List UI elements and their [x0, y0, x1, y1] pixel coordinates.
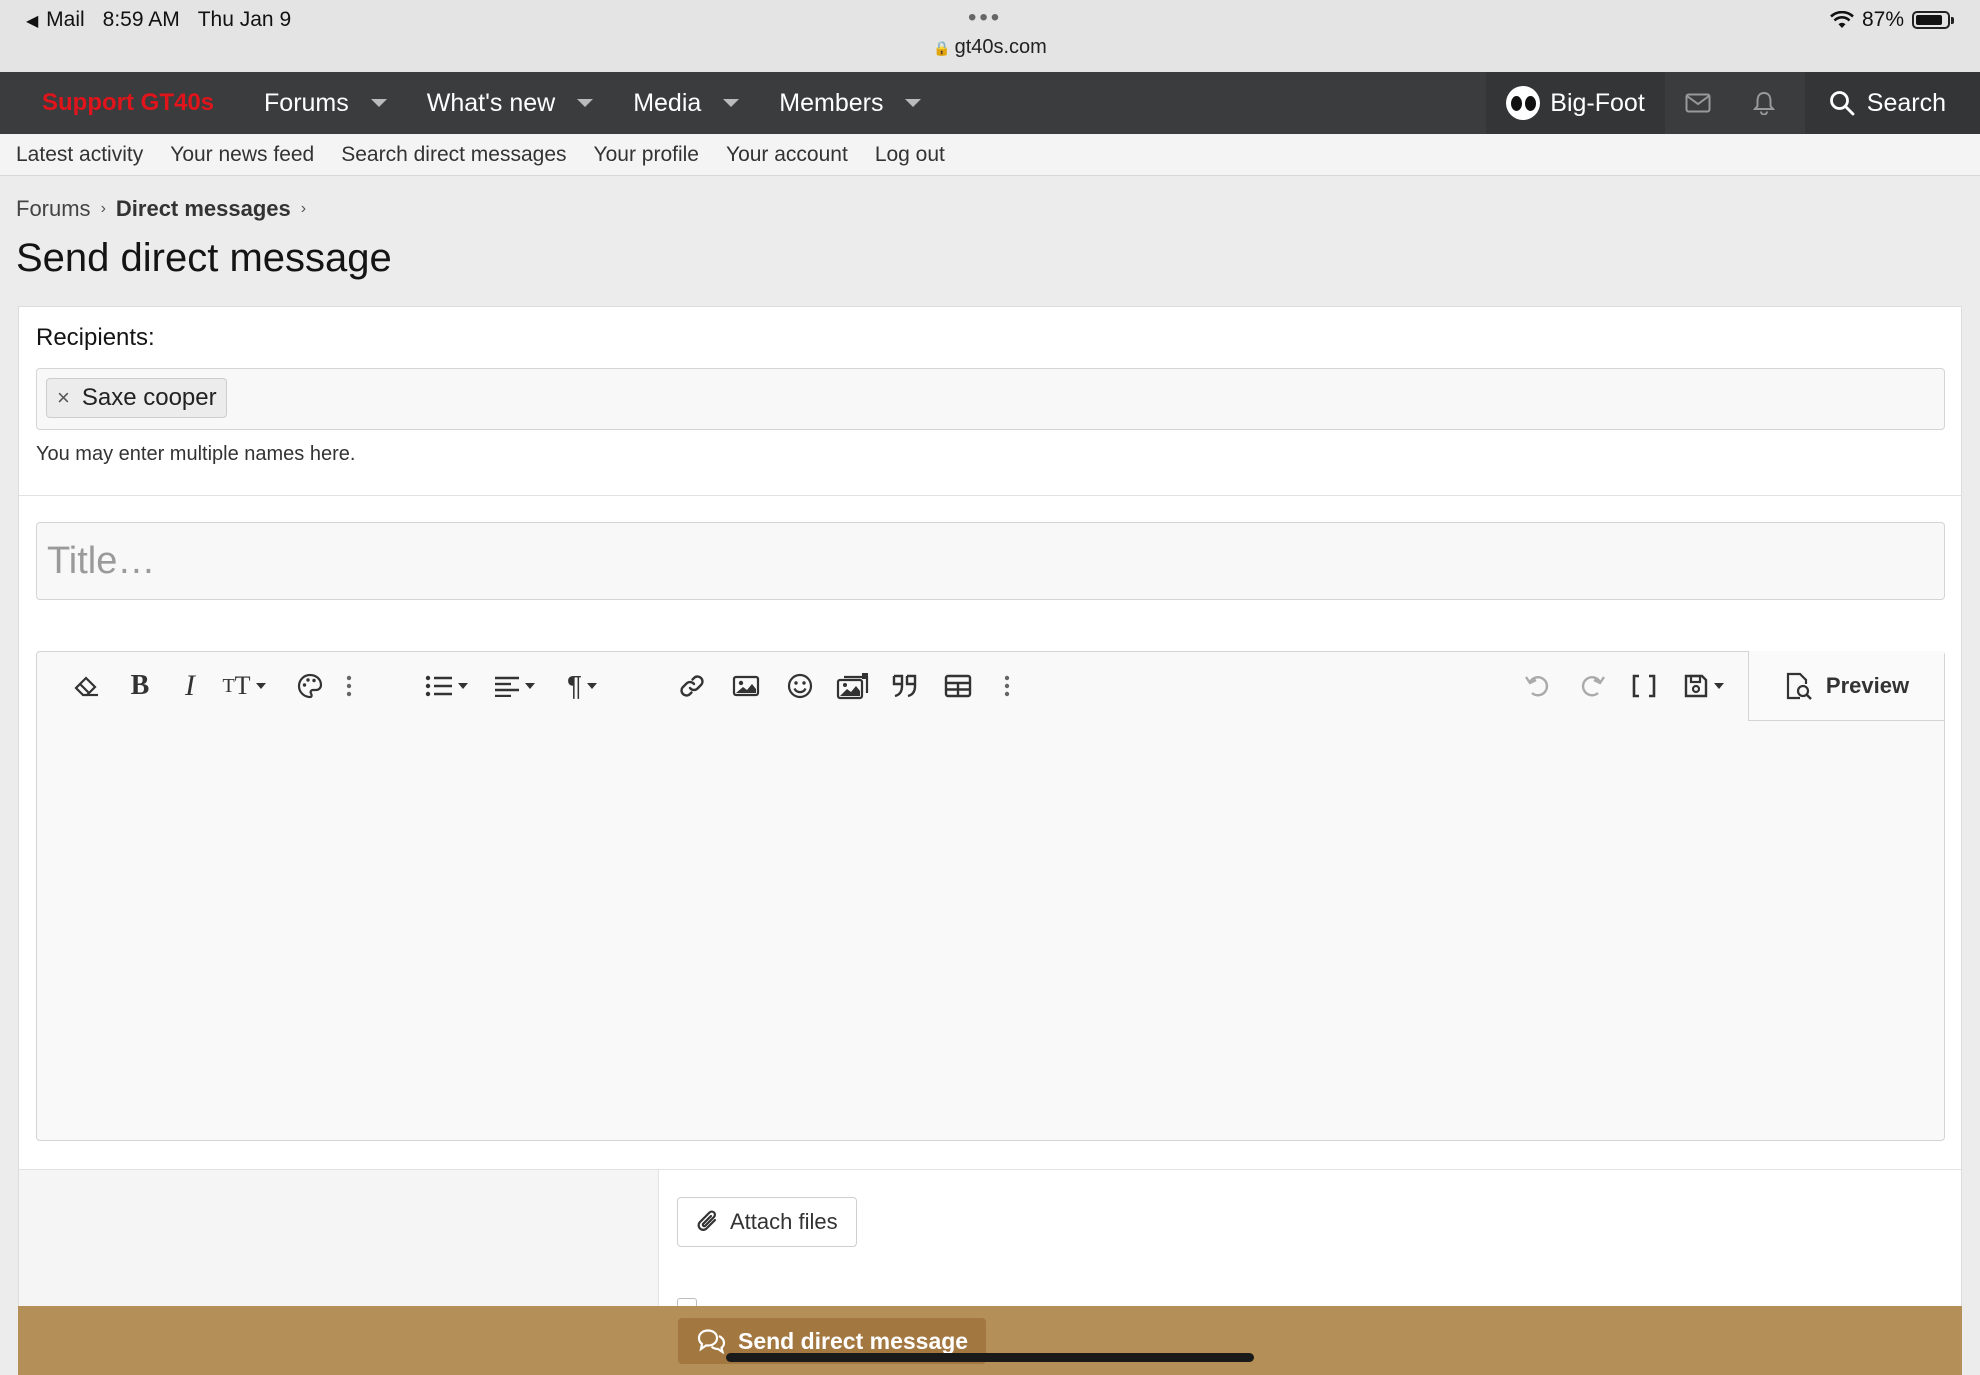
back-triangle-icon: ◀ — [26, 13, 39, 30]
text-size-icon[interactable]: TT — [217, 669, 271, 703]
subnav-latest-activity[interactable]: Latest activity — [16, 143, 143, 167]
nav-account-area: Big-Foot Search — [1486, 72, 1980, 134]
caret-down-icon[interactable] — [905, 99, 922, 107]
multitasking-dots-icon[interactable]: ••• — [968, 4, 1002, 32]
nav-whats-new[interactable]: What's new — [407, 72, 613, 134]
nav-members-label: Members — [779, 88, 884, 117]
chevron-right-icon: › — [300, 200, 307, 217]
nav-members[interactable]: Members — [759, 72, 941, 134]
lock-icon: 🔒 — [933, 40, 951, 56]
status-date: Thu Jan 9 — [197, 8, 292, 31]
recipients-label: Recipients: — [36, 324, 155, 351]
back-to-mail[interactable]: ◀ Mail — [26, 8, 85, 32]
battery-percent: 87% — [1861, 8, 1904, 31]
search-button[interactable]: Search — [1804, 72, 1980, 134]
attach-files-button[interactable]: Attach files — [677, 1197, 857, 1247]
caret-down-icon[interactable] — [577, 99, 594, 107]
chevron-right-icon: › — [100, 200, 106, 217]
italic-icon[interactable]: I — [177, 669, 203, 703]
status-time: 8:59 AM — [102, 8, 180, 31]
list-icon[interactable] — [421, 669, 471, 703]
remove-recipient-icon[interactable]: × — [57, 385, 70, 411]
caret-down-icon[interactable] — [370, 99, 387, 107]
nav-forums[interactable]: Forums — [244, 72, 407, 134]
caret-down-icon[interactable] — [723, 99, 740, 107]
align-icon[interactable] — [489, 669, 539, 703]
search-label: Search — [1866, 88, 1946, 117]
breadcrumb: Forums › Direct messages › — [16, 196, 306, 222]
nav-whats-new-label: What's new — [426, 88, 556, 117]
search-icon — [1829, 91, 1855, 116]
undo-icon[interactable] — [1521, 669, 1555, 703]
home-indicator[interactable] — [726, 1353, 1254, 1362]
more-icon[interactable] — [339, 669, 359, 703]
back-app-label: Mail — [46, 8, 85, 31]
breadcrumb-direct-messages[interactable]: Direct messages — [116, 196, 291, 222]
support-gt40s-link[interactable]: Support GT40s — [42, 89, 214, 117]
recipient-token: × Saxe cooper — [46, 378, 227, 418]
eraser-icon[interactable] — [69, 669, 105, 703]
palette-icon[interactable] — [293, 669, 327, 703]
recipient-name: Saxe cooper — [81, 384, 217, 411]
preview-label: Preview — [1825, 672, 1910, 698]
subnav-log-out[interactable]: Log out — [875, 143, 945, 167]
sub-navigation: Latest activity Your news feed Search di… — [0, 134, 1980, 176]
image-icon[interactable] — [729, 669, 763, 703]
ios-status-bar: ◀ Mail 8:59 AM Thu Jan 9 ••• 🔒 gt40s.com … — [0, 0, 1980, 72]
url-text: gt40s.com — [954, 36, 1047, 58]
editor-toolbar: B I TT ¶ Preview — [37, 651, 1944, 722]
user-menu[interactable]: Big-Foot — [1486, 72, 1665, 134]
username: Big-Foot — [1550, 88, 1645, 117]
inbox-icon[interactable] — [1665, 72, 1731, 134]
attach-files-label: Attach files — [730, 1209, 838, 1234]
table-icon[interactable] — [941, 669, 975, 703]
battery-icon — [1912, 11, 1954, 29]
divider — [19, 495, 1961, 496]
drafts-icon[interactable] — [1677, 669, 1729, 703]
link-icon[interactable] — [675, 669, 709, 703]
wifi-icon — [1830, 11, 1854, 28]
bbcode-icon[interactable] — [1627, 669, 1661, 703]
redo-icon[interactable] — [1575, 669, 1609, 703]
send-direct-message-label: Send direct message — [738, 1327, 969, 1354]
status-right: 87% — [1830, 8, 1954, 32]
paragraph-icon[interactable]: ¶ — [557, 669, 607, 703]
subnav-news-feed[interactable]: Your news feed — [170, 143, 314, 167]
message-editor[interactable]: B I TT ¶ Preview — [36, 651, 1945, 1141]
paperclip-icon — [697, 1210, 717, 1231]
bold-icon[interactable]: B — [125, 669, 155, 703]
status-left: ◀ Mail 8:59 AM Thu Jan 9 — [26, 8, 291, 32]
avatar — [1506, 86, 1541, 120]
nav-forums-label: Forums — [264, 88, 349, 117]
quote-icon[interactable] — [887, 669, 923, 703]
main-navbar: Support GT40s Forums What's new Media Me… — [0, 72, 1980, 134]
address-bar[interactable]: 🔒 gt40s.com — [0, 36, 1980, 59]
conversation-icon — [697, 1329, 726, 1354]
page-title: Send direct message — [16, 236, 392, 280]
smile-icon[interactable] — [783, 669, 817, 703]
more-icon[interactable] — [997, 669, 1017, 703]
title-input[interactable] — [36, 522, 1945, 600]
media-icon[interactable] — [833, 669, 873, 703]
nav-media-label: Media — [633, 88, 702, 117]
preview-icon — [1786, 672, 1812, 700]
breadcrumb-forums[interactable]: Forums — [16, 196, 91, 222]
message-form: Recipients: × Saxe cooper You may enter … — [18, 306, 1962, 1375]
subnav-account[interactable]: Your account — [726, 143, 848, 167]
preview-button[interactable]: Preview — [1748, 651, 1944, 721]
nav-media[interactable]: Media — [613, 72, 759, 134]
subnav-search-dms[interactable]: Search direct messages — [341, 143, 566, 167]
bell-icon[interactable] — [1731, 72, 1797, 134]
recipients-hint: You may enter multiple names here. — [36, 443, 356, 465]
recipients-input[interactable]: × Saxe cooper — [36, 368, 1945, 430]
subnav-profile[interactable]: Your profile — [594, 143, 699, 167]
sticky-submit-bar: Send direct message — [18, 1306, 1962, 1375]
